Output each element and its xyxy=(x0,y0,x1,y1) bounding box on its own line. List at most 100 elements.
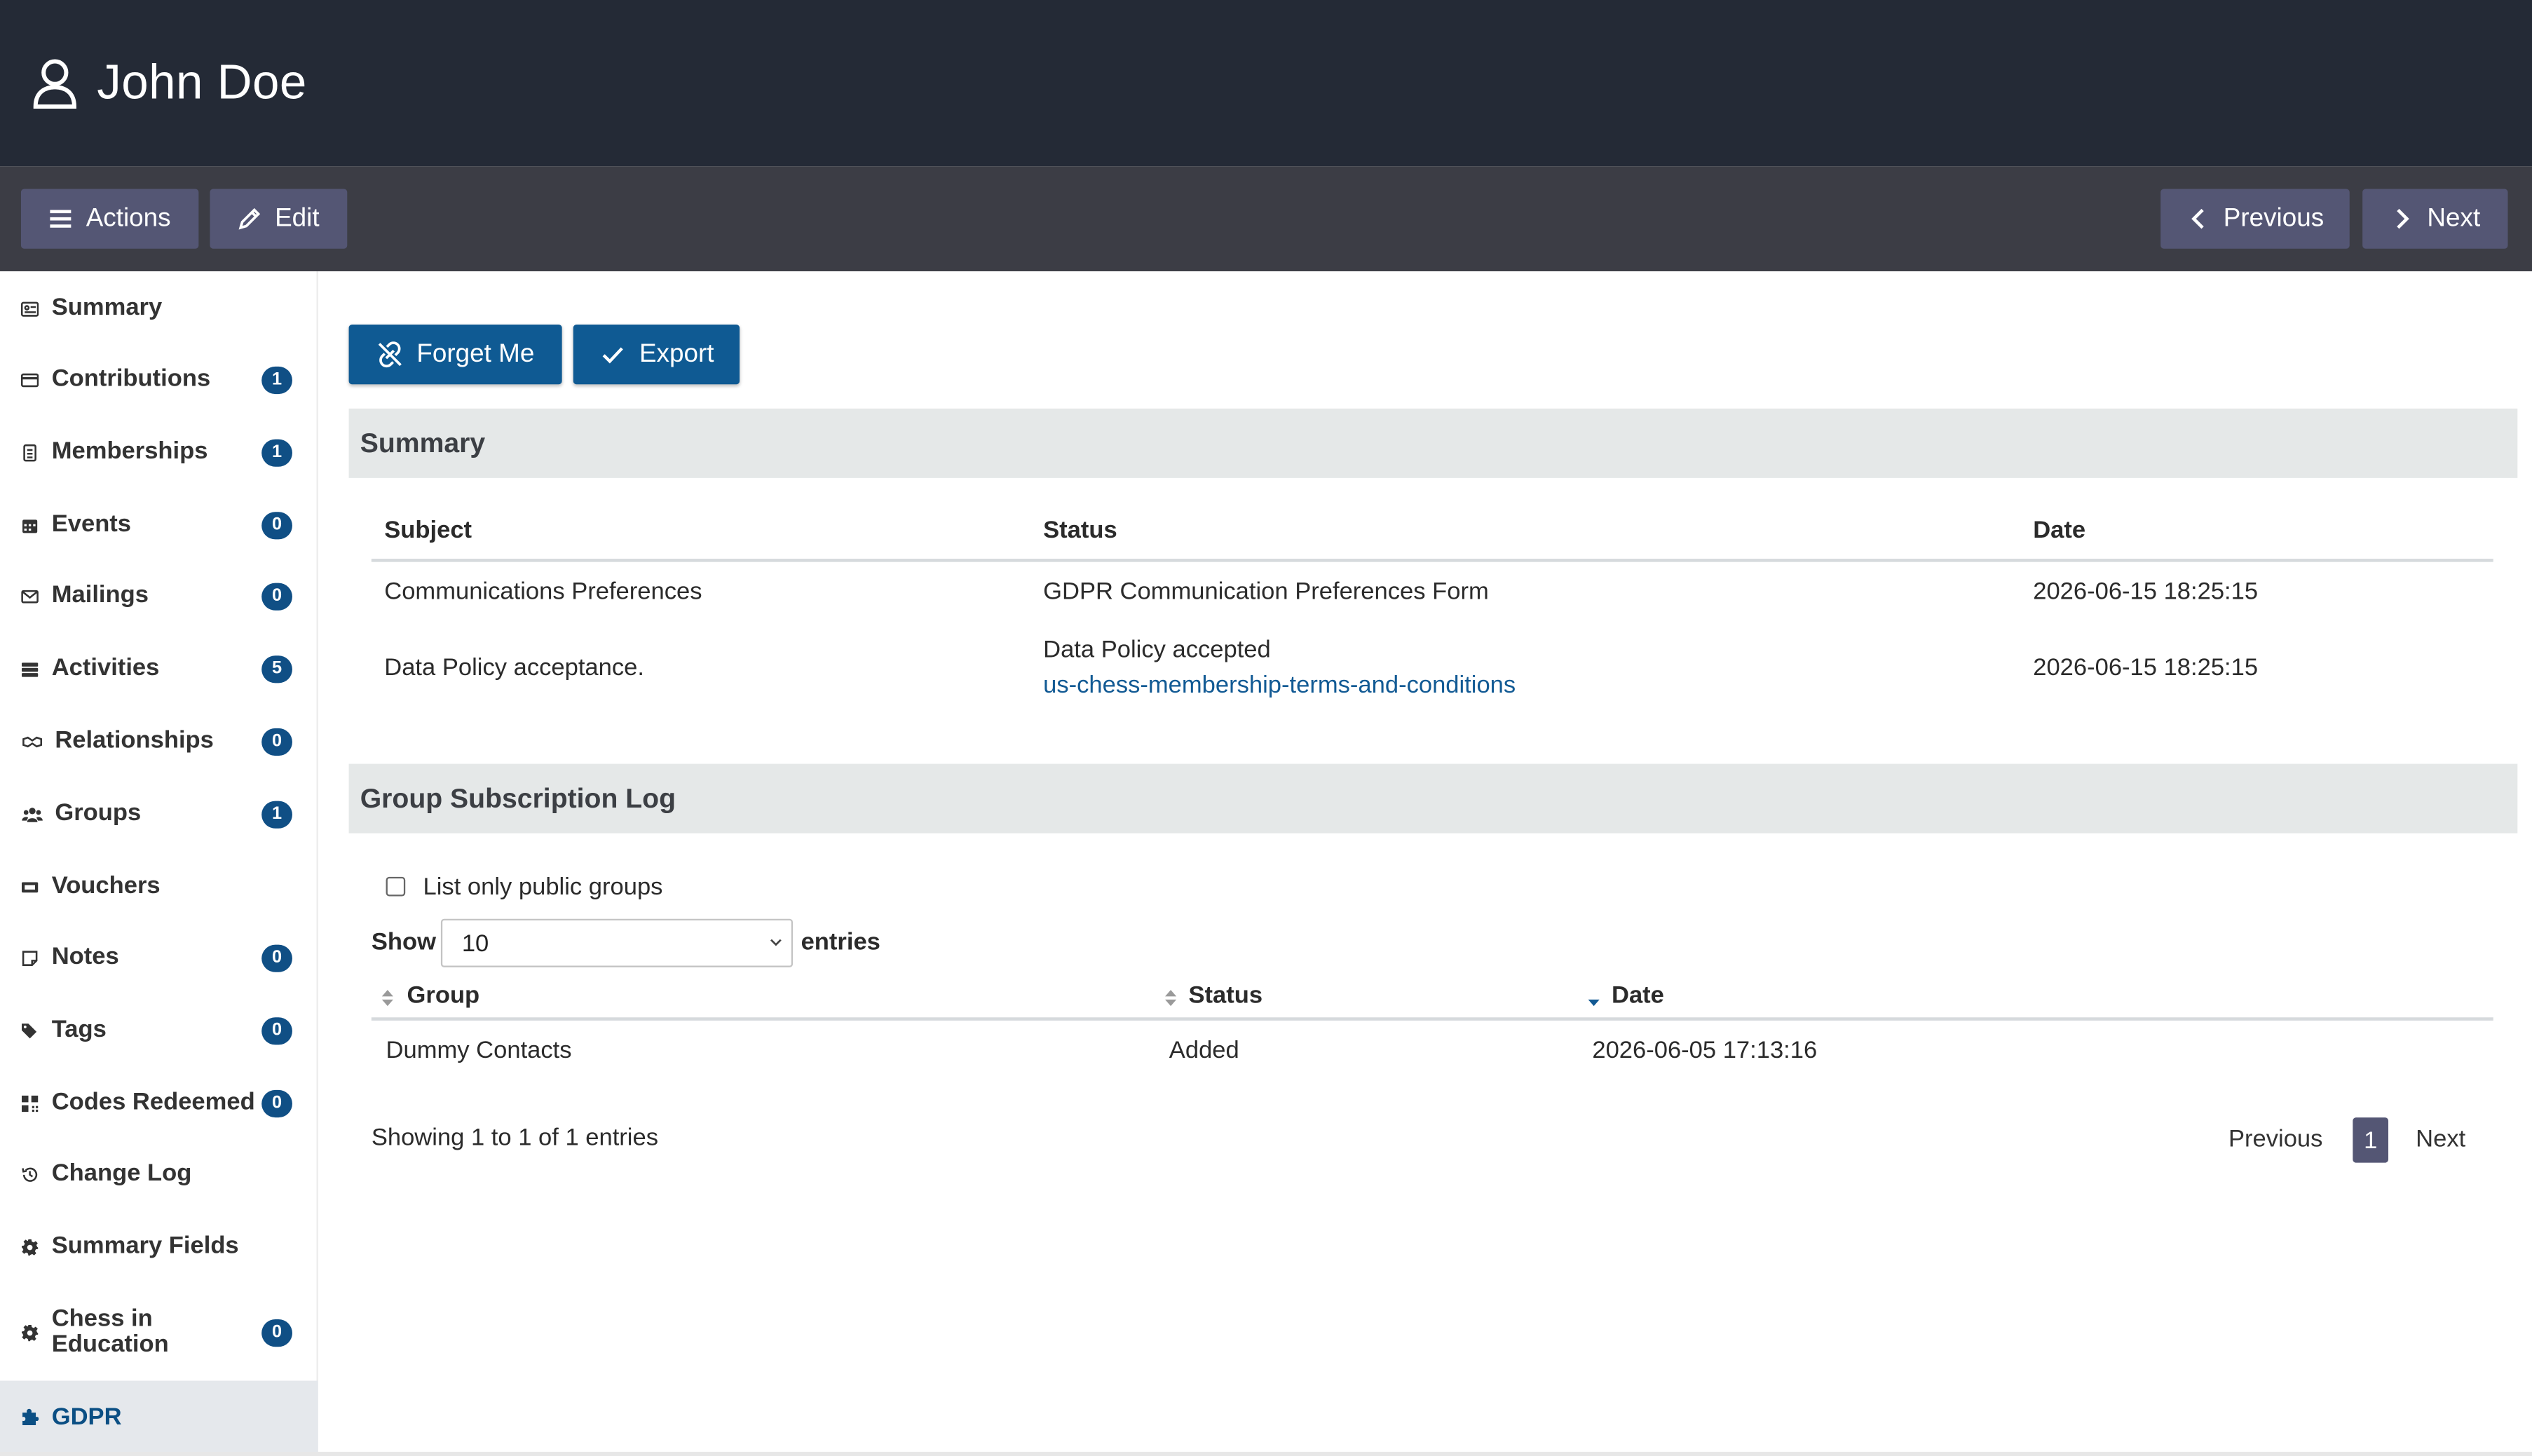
id-badge-icon xyxy=(20,442,41,463)
count-badge: 0 xyxy=(261,944,292,972)
summary-status-cell: Data Policy accepted xyxy=(1043,636,1271,664)
chevron-down-icon xyxy=(770,939,782,946)
sidebar-item-mailings[interactable]: Mailings 0 xyxy=(0,571,318,620)
sidebar-item-change-log[interactable]: Change Log xyxy=(0,1150,318,1198)
previous-label: Previous xyxy=(2223,204,2325,232)
page-title: John Doe xyxy=(97,55,307,109)
summary-status-cell: GDPR Communication Preferences Form xyxy=(1043,578,1489,606)
handshake-icon xyxy=(20,730,44,751)
date-column-header: Date xyxy=(2033,517,2086,545)
pagination-next[interactable]: Next xyxy=(2416,1126,2465,1153)
sidebar-item-gdpr[interactable]: GDPR xyxy=(0,1380,318,1454)
sidebar-item-groups[interactable]: Groups 1 xyxy=(0,789,318,838)
count-badge: 5 xyxy=(261,655,292,683)
count-badge: 0 xyxy=(261,1318,292,1347)
sidebar-item-summary[interactable]: Summary xyxy=(0,284,318,332)
gear-icon xyxy=(20,1321,41,1342)
next-label: Next xyxy=(2427,204,2481,232)
calendar-icon xyxy=(20,515,41,536)
edit-button[interactable]: Edit xyxy=(210,189,348,249)
sidebar-item-memberships[interactable]: Memberships 1 xyxy=(0,428,318,476)
puzzle-icon xyxy=(20,1406,41,1427)
export-label: Export xyxy=(639,339,714,368)
entries-select-value: 10 xyxy=(461,929,489,957)
unlink-icon xyxy=(378,341,402,368)
next-contact-button[interactable]: Next xyxy=(2362,189,2508,249)
table-header-divider xyxy=(371,1017,2493,1021)
export-button[interactable]: Export xyxy=(573,325,740,385)
chevron-left-icon xyxy=(2191,208,2204,229)
tasks-icon xyxy=(20,658,41,679)
sidebar-item-contributions[interactable]: Contributions 1 xyxy=(0,355,318,404)
log-group-cell: Dummy Contacts xyxy=(386,1036,572,1065)
users-icon xyxy=(20,803,44,824)
count-badge: 1 xyxy=(261,365,292,393)
table-info: Showing 1 to 1 of 1 entries xyxy=(371,1124,659,1152)
pencil-icon xyxy=(239,207,261,230)
pagination-page-1[interactable]: 1 xyxy=(2353,1117,2389,1163)
summary-date-cell: 2026-06-15 18:25:15 xyxy=(2033,578,2259,606)
edit-label: Edit xyxy=(275,204,320,232)
subject-column-header: Subject xyxy=(384,517,472,545)
sticky-note-icon xyxy=(20,947,41,968)
qrcode-icon xyxy=(20,1092,41,1113)
sidebar: Summary Contributions 1 Memberships 1 Ev… xyxy=(0,271,318,1456)
count-badge: 0 xyxy=(261,511,292,539)
hamburger-icon xyxy=(50,210,72,228)
previous-contact-button[interactable]: Previous xyxy=(2160,189,2350,249)
sidebar-item-notes[interactable]: Notes 0 xyxy=(0,933,318,981)
log-status-column-header[interactable]: Status xyxy=(1188,982,1262,1009)
toolbar: Actions Edit Previous Next xyxy=(0,166,2532,272)
sort-icon xyxy=(381,990,393,1007)
count-badge: 1 xyxy=(261,800,292,828)
check-icon xyxy=(602,347,623,364)
sort-desc-icon xyxy=(1588,999,1600,1007)
log-status-cell: Added xyxy=(1169,1036,1239,1065)
count-badge: 0 xyxy=(261,1089,292,1117)
status-column-header: Status xyxy=(1043,517,1117,545)
show-label: Show xyxy=(371,928,436,956)
summary-date-cell: 2026-06-15 18:25:15 xyxy=(2033,653,2259,682)
terms-link[interactable]: us-chess-membership-terms-and-conditions xyxy=(1043,672,1516,699)
count-badge: 1 xyxy=(261,438,292,466)
sidebar-item-summary-fields[interactable]: Summary Fields xyxy=(0,1223,318,1271)
summary-subject-cell: Communications Preferences xyxy=(384,578,702,606)
sidebar-item-relationships[interactable]: Relationships 0 xyxy=(0,717,318,766)
group-log-section-header: Group Subscription Log xyxy=(348,763,2518,834)
sidebar-item-activities[interactable]: Activities 5 xyxy=(0,644,318,693)
forget-me-label: Forget Me xyxy=(416,339,535,368)
sort-icon xyxy=(1165,990,1177,1007)
main-content: Forget Me Export Summary Subject Status … xyxy=(320,271,2532,1456)
sidebar-item-tags[interactable]: Tags 0 xyxy=(0,1006,318,1054)
history-icon xyxy=(20,1164,41,1185)
forget-me-button[interactable]: Forget Me xyxy=(348,325,562,385)
count-badge: 0 xyxy=(261,582,292,610)
gear-icon xyxy=(20,1236,41,1257)
tags-icon xyxy=(20,1020,41,1041)
sidebar-item-chess-in-education[interactable]: Chess in Education 0 xyxy=(0,1298,318,1366)
group-column-header[interactable]: Group xyxy=(407,982,480,1009)
chevron-right-icon xyxy=(2397,208,2409,229)
sidebar-item-vouchers[interactable]: Vouchers xyxy=(0,862,318,911)
log-date-column-header[interactable]: Date xyxy=(1612,982,1664,1009)
actions-label: Actions xyxy=(86,204,171,232)
ticket-icon xyxy=(20,876,41,897)
envelope-icon xyxy=(20,585,41,606)
sidebar-item-events[interactable]: Events 0 xyxy=(0,501,318,549)
count-badge: 0 xyxy=(261,1016,292,1045)
entries-select[interactable]: 10 xyxy=(440,918,794,967)
entries-label: entries xyxy=(801,928,880,956)
user-icon xyxy=(33,58,76,108)
bottom-border xyxy=(0,1451,2532,1456)
actions-button[interactable]: Actions xyxy=(20,189,199,249)
credit-card-icon xyxy=(20,369,41,390)
public-groups-checkbox[interactable] xyxy=(386,876,406,897)
public-groups-label: List only public groups xyxy=(423,873,663,902)
log-date-cell: 2026-06-05 17:13:16 xyxy=(1592,1036,1818,1065)
sidebar-item-codes-redeemed[interactable]: Codes Redeemed 0 xyxy=(0,1079,318,1127)
summary-section-header: Summary xyxy=(348,408,2518,478)
id-card-icon xyxy=(20,298,41,319)
pagination-previous[interactable]: Previous xyxy=(2228,1126,2322,1153)
count-badge: 0 xyxy=(261,727,292,755)
contact-header: John Doe xyxy=(0,0,2532,167)
